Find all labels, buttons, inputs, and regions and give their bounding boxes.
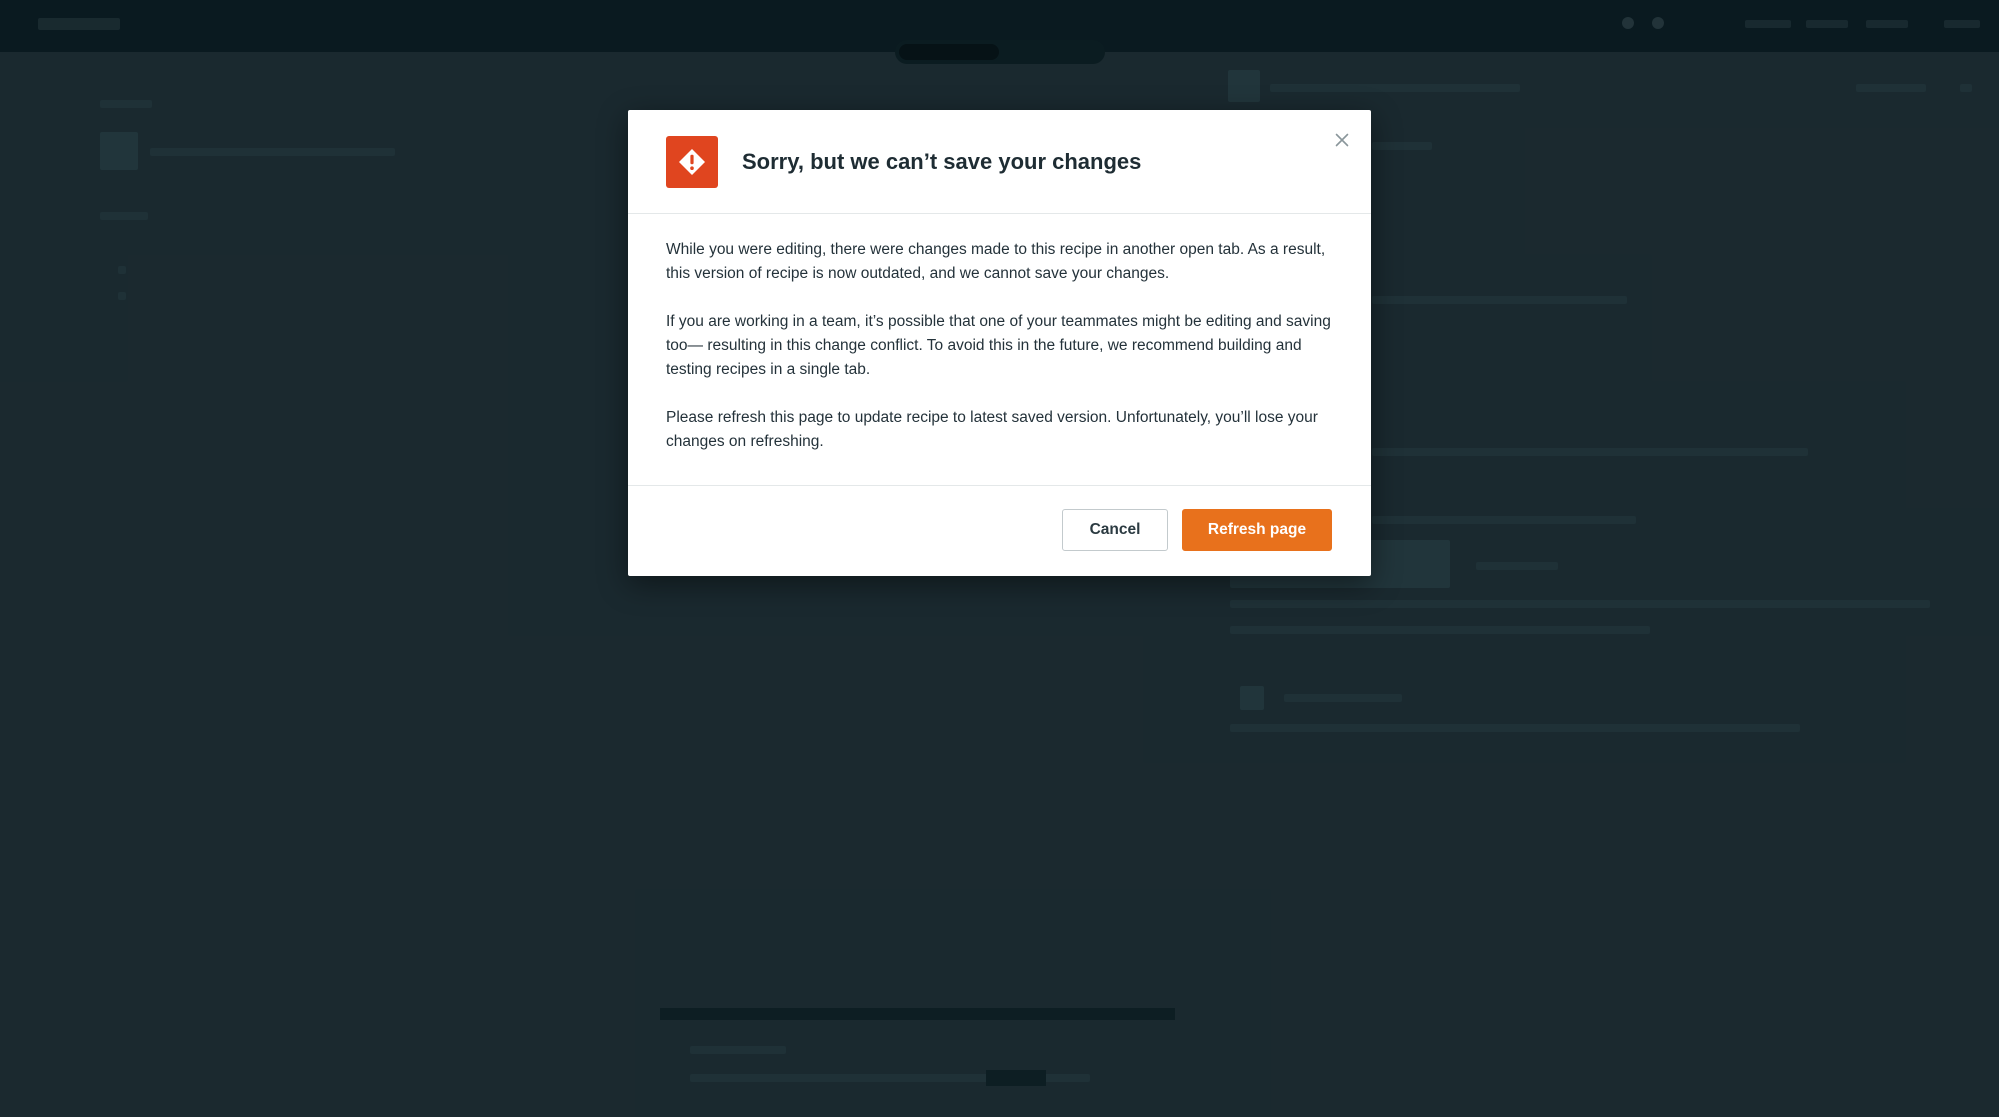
dialog-footer: Cancel Refresh page <box>628 485 1371 577</box>
dialog-header: Sorry, but we can’t save your changes <box>628 110 1371 214</box>
refresh-page-button[interactable]: Refresh page <box>1182 509 1332 551</box>
cancel-button[interactable]: Cancel <box>1062 509 1168 551</box>
dialog-title: Sorry, but we can’t save your changes <box>742 149 1142 174</box>
dialog-body: While you were editing, there were chang… <box>666 238 1336 478</box>
dialog-message-paragraph: Please refresh this page to update recip… <box>666 409 1318 450</box>
save-conflict-dialog: Sorry, but we can’t save your changes Wh… <box>628 110 1371 576</box>
close-icon[interactable] <box>1330 128 1354 152</box>
dialog-message-paragraph: If you are working in a team, it’s possi… <box>666 313 1331 378</box>
dialog-message-paragraph: While you were editing, there were chang… <box>666 241 1326 282</box>
warning-diamond-icon <box>666 136 718 188</box>
